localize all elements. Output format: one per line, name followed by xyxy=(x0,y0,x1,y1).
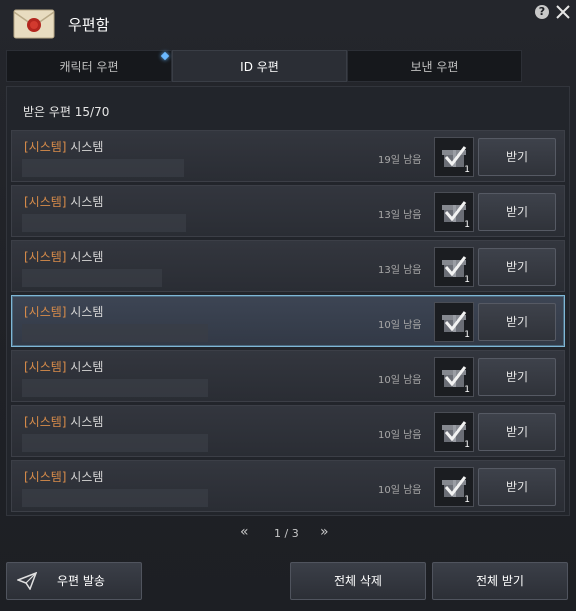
send-mail-label: 우편 발송 xyxy=(57,574,105,588)
tab-id-mail[interactable]: ID 우편 xyxy=(172,50,347,82)
mail-row[interactable]: [시스템] 시스템 10일 남음 1 받기 xyxy=(11,405,565,457)
mail-sender: [시스템] 시스템 xyxy=(24,138,103,155)
mail-subject-redacted xyxy=(22,159,184,177)
paper-plane-icon xyxy=(17,572,37,590)
item-count: 1 xyxy=(464,330,470,340)
receive-button[interactable]: 받기 xyxy=(478,358,556,396)
sender-name: 시스템 xyxy=(66,360,104,374)
mail-subject-redacted xyxy=(22,489,208,507)
mail-sender: [시스템] 시스템 xyxy=(24,248,103,265)
prev-page-button[interactable]: « xyxy=(240,524,249,540)
tab-sent-mail[interactable]: 보낸 우편 xyxy=(347,50,522,82)
page-indicator: 1 / 3 xyxy=(274,527,299,540)
envelope-seal-icon xyxy=(12,6,56,42)
days-left: 10일 남음 xyxy=(378,320,422,331)
system-tag: [시스템] xyxy=(24,360,67,374)
item-count: 1 xyxy=(464,275,470,285)
send-mail-button[interactable]: 우편 발송 xyxy=(6,562,142,600)
tab-label: 보낸 우편 xyxy=(410,60,459,74)
window-header: 우편함 ? xyxy=(0,0,576,50)
system-tag: [시스템] xyxy=(24,140,67,154)
mail-list-panel: 받은 우편 15/70 [시스템] 시스템 19일 남음 1 받기 [시스템] … xyxy=(6,86,570,516)
receive-all-button[interactable]: 전체 받기 xyxy=(432,562,568,600)
receive-button[interactable]: 받기 xyxy=(478,468,556,506)
days-left: 10일 남음 xyxy=(378,430,422,441)
receive-button[interactable]: 받기 xyxy=(478,248,556,286)
days-left: 13일 남음 xyxy=(378,210,422,221)
mail-sender: [시스템] 시스템 xyxy=(24,413,103,430)
system-tag: [시스템] xyxy=(24,250,67,264)
attachment-slot[interactable]: 1 xyxy=(434,302,474,342)
next-page-button[interactable]: » xyxy=(320,524,329,540)
mail-subject-redacted xyxy=(22,379,208,397)
tab-label: ID 우편 xyxy=(240,60,279,74)
attachment-slot[interactable]: 1 xyxy=(434,357,474,397)
help-button[interactable]: ? xyxy=(535,5,549,19)
item-count: 1 xyxy=(464,220,470,230)
mail-row[interactable]: [시스템] 시스템 13일 남음 1 받기 xyxy=(11,240,565,292)
mail-subject-redacted xyxy=(22,324,208,342)
mail-sender: [시스템] 시스템 xyxy=(24,468,103,485)
mail-count-label: 받은 우편 15/70 xyxy=(23,105,110,119)
close-button[interactable] xyxy=(553,2,573,22)
days-left: 10일 남음 xyxy=(378,485,422,496)
mail-row[interactable]: [시스템] 시스템 19일 남음 1 받기 xyxy=(11,130,565,182)
item-count: 1 xyxy=(464,495,470,505)
item-count: 1 xyxy=(464,440,470,450)
attachment-slot[interactable]: 1 xyxy=(434,137,474,177)
close-icon xyxy=(556,5,570,19)
mail-row[interactable]: [시스템] 시스템 10일 남음 1 받기 xyxy=(11,460,565,512)
mail-row[interactable]: [시스템] 시스템 13일 남음 1 받기 xyxy=(11,185,565,237)
attachment-slot[interactable]: 1 xyxy=(434,192,474,232)
mail-subject-redacted xyxy=(22,214,186,232)
item-count: 1 xyxy=(464,385,470,395)
mail-sender: [시스템] 시스템 xyxy=(24,303,103,320)
mail-sender: [시스템] 시스템 xyxy=(24,358,103,375)
new-notice-icon xyxy=(160,51,170,61)
attachment-slot[interactable]: 1 xyxy=(434,412,474,452)
mail-subject-redacted xyxy=(22,269,162,287)
system-tag: [시스템] xyxy=(24,415,67,429)
sender-name: 시스템 xyxy=(66,250,104,264)
tab-character-mail[interactable]: 캐릭터 우편 xyxy=(6,50,172,82)
item-count: 1 xyxy=(464,165,470,175)
days-left: 10일 남음 xyxy=(378,375,422,386)
mailbox-window: 우편함 ? 캐릭터 우편 ID 우편 보낸 우편 받은 우편 15/70 [시스… xyxy=(0,0,576,611)
attachment-slot[interactable]: 1 xyxy=(434,247,474,287)
attachment-slot[interactable]: 1 xyxy=(434,467,474,507)
receive-button[interactable]: 받기 xyxy=(478,303,556,341)
days-left: 13일 남음 xyxy=(378,265,422,276)
sender-name: 시스템 xyxy=(66,470,104,484)
mail-row[interactable]: [시스템] 시스템 10일 남음 1 받기 xyxy=(11,350,565,402)
mail-sender: [시스템] 시스템 xyxy=(24,193,103,210)
pagination: « 1 / 3 » xyxy=(0,522,576,546)
system-tag: [시스템] xyxy=(24,470,67,484)
system-tag: [시스템] xyxy=(24,305,67,319)
delete-all-button[interactable]: 전체 삭제 xyxy=(290,562,426,600)
mail-tabs: 캐릭터 우편 ID 우편 보낸 우편 xyxy=(6,50,570,82)
sender-name: 시스템 xyxy=(66,195,104,209)
sender-name: 시스템 xyxy=(66,415,104,429)
receive-button[interactable]: 받기 xyxy=(478,413,556,451)
mail-subject-redacted xyxy=(22,434,208,452)
window-title: 우편함 xyxy=(68,16,110,34)
tab-label: 캐릭터 우편 xyxy=(59,60,119,74)
mail-row-selected[interactable]: [시스템] 시스템 10일 남음 1 받기 xyxy=(11,295,565,347)
receive-button[interactable]: 받기 xyxy=(478,138,556,176)
days-left: 19일 남음 xyxy=(378,155,422,166)
sender-name: 시스템 xyxy=(66,140,104,154)
sender-name: 시스템 xyxy=(66,305,104,319)
receive-button[interactable]: 받기 xyxy=(478,193,556,231)
system-tag: [시스템] xyxy=(24,195,67,209)
